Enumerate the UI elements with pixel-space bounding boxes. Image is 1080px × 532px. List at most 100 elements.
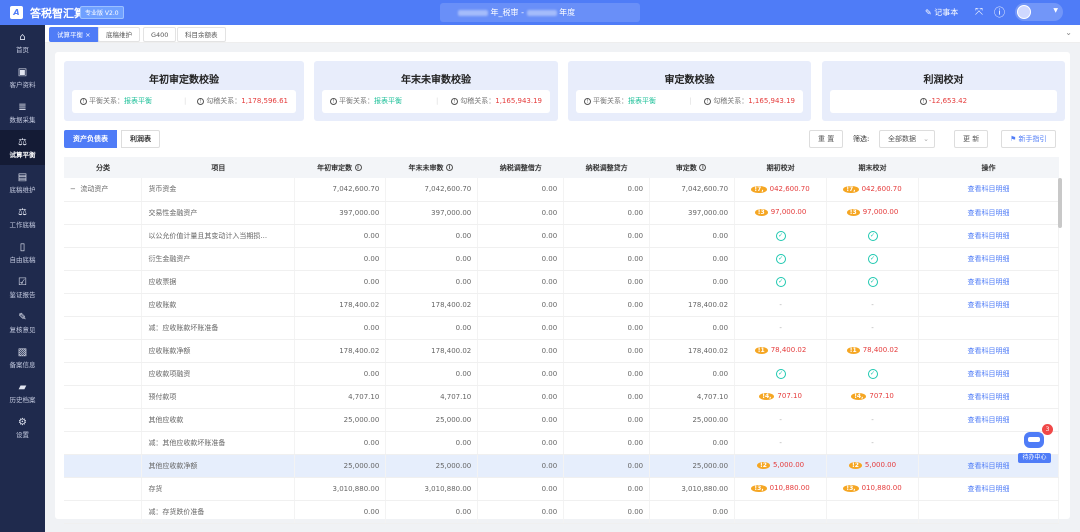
sidebar-item[interactable]: ▤ 底稿维护: [0, 165, 45, 200]
sidebar-item[interactable]: ⌂ 首页: [0, 25, 45, 60]
amount: 0.00: [363, 438, 380, 447]
amount: 25,000.00: [692, 461, 729, 470]
column-header: 年初审定数 i: [294, 157, 386, 178]
tab-account-balance[interactable]: 科目余额表: [177, 27, 226, 42]
view-account-detail-link[interactable]: 查看科目明细: [968, 232, 1010, 240]
table-cell: -: [826, 293, 920, 317]
table-row[interactable]: 预付款项 4,707.10 4,707.10 0.00 0.00 4,707.10 !4,7…: [64, 385, 1059, 409]
sidebar-item[interactable]: ⚖ 试算平衡: [0, 130, 45, 165]
sidebar-item[interactable]: ▣ 客户资料: [0, 60, 45, 95]
table-row[interactable]: 其他应收款净额 25,000.00 25,000.00 0.00 0.00 25,000.…: [64, 454, 1059, 478]
filter-select[interactable]: 全部数据 ⌄: [879, 130, 935, 148]
table-cell: !3,010,880.00: [734, 477, 828, 501]
view-account-detail-link[interactable]: 查看科目明细: [968, 209, 1010, 217]
info-icon: !: [584, 97, 591, 105]
user-menu[interactable]: ▼: [1015, 3, 1063, 21]
tab-balance-sheet[interactable]: 资产负债表: [64, 130, 117, 148]
info-icon[interactable]: i: [699, 164, 707, 171]
table-cell: 397,000.00: [649, 201, 736, 225]
amount: 0.00: [712, 369, 729, 378]
sidebar-item[interactable]: ▧ 备案信息: [0, 340, 45, 375]
sidebar-item[interactable]: ▯ 自由底稿: [0, 235, 45, 270]
view-account-detail-link[interactable]: 查看科目明细: [968, 370, 1010, 378]
sidebar-item-label: 数据采集: [9, 116, 36, 124]
sidebar-item[interactable]: ⚙ 设置: [0, 410, 45, 445]
view-account-detail-link[interactable]: 查看科目明细: [968, 255, 1010, 263]
table-row[interactable]: 应收款项融资 0.00 0.00 0.00 0.00 0.00 ✓ ✓ 查看科目明细: [64, 362, 1059, 386]
column-header-label: 操作: [981, 163, 996, 172]
table-cell: 0.00: [385, 431, 479, 455]
amount: 178,400.02: [688, 346, 729, 355]
table-cell: 查看科目明细: [918, 247, 1059, 271]
view-account-detail-link[interactable]: 查看科目明细: [968, 185, 1010, 193]
table-row[interactable]: − 流动资产 货币资金 7,042,600.70 7,042,600.70 0.00 0.…: [64, 178, 1059, 202]
view-account-detail-link[interactable]: 查看科目明细: [968, 416, 1010, 424]
table-row[interactable]: 应收票据 0.00 0.00 0.00 0.00 0.00 ✓ ✓ 查看科目明细: [64, 270, 1059, 294]
view-account-detail-link[interactable]: 查看科目明细: [968, 301, 1010, 309]
guide-button[interactable]: ⚑ 新手指引: [1001, 130, 1056, 148]
sidebar-item[interactable]: ⚖ 工作底稿: [0, 200, 45, 235]
info-icon[interactable]: i: [445, 164, 453, 171]
table-cell: 25,000.00: [649, 454, 736, 478]
vertical-scrollbar[interactable]: [1058, 178, 1062, 228]
amount: 0.00: [541, 208, 558, 217]
table-cell: !7,042,600.70: [826, 178, 920, 202]
table-row[interactable]: 以公允价值计量且其变动计入当期损... 0.00 0.00 0.00 0.00 0.00 ✓…: [64, 224, 1059, 248]
table-cell: 应收票据: [141, 270, 296, 294]
tab-draft-maintenance[interactable]: 底稿维护: [98, 27, 140, 42]
table-row[interactable]: 存货 3,010,880.00 3,010,880.00 0.00 0.00 3,010,…: [64, 477, 1059, 501]
table-cell: 查看科目明细: [918, 477, 1059, 501]
scale-icon: ⚖: [18, 137, 27, 148]
table-row[interactable]: 交易性金融资产 397,000.00 397,000.00 0.00 0.00 397,0…: [64, 201, 1059, 225]
view-account-detail-link[interactable]: 查看科目明细: [968, 485, 1010, 493]
folder-icon: ▰: [18, 382, 27, 393]
view-account-detail-link[interactable]: 查看科目明细: [968, 278, 1010, 286]
table-cell: [64, 270, 143, 294]
amount: 0.00: [627, 254, 644, 263]
amount: 0.00: [541, 254, 558, 263]
tab-bar: 试算平衡 × 底稿维护 G400 科目余额表 ⌄: [45, 25, 1080, 43]
view-account-detail-link[interactable]: 查看科目明细: [968, 347, 1010, 355]
table-cell: 0.00: [649, 270, 736, 294]
sidebar-item[interactable]: ☑ 鉴证报告: [0, 270, 45, 305]
close-icon[interactable]: ×: [85, 31, 90, 39]
table-cell: [64, 224, 143, 248]
todo-center-button[interactable]: 3 待办中心: [1018, 424, 1053, 464]
amount: 0.00: [541, 323, 558, 332]
table-row[interactable]: 应收账款 178,400.02 178,400.02 0.00 0.00 178,400.…: [64, 293, 1059, 317]
refresh-button[interactable]: 更 新: [954, 130, 989, 148]
item-label: 减：存货跌价准备: [148, 507, 205, 516]
check-circle-icon: ✓: [775, 276, 786, 287]
sidebar-item[interactable]: ▰ 历史档案: [0, 375, 45, 410]
sidebar-item[interactable]: ≣ 数据采集: [0, 95, 45, 130]
table-row[interactable]: 减：其他应收款坏账准备 0.00 0.00 0.00 0.00 0.00 - -: [64, 431, 1059, 455]
scale-icon: ⚖: [18, 207, 27, 218]
profit-diff-value: -12,653.42: [928, 97, 968, 105]
sidebar-item[interactable]: ✎ 复核意见: [0, 305, 45, 340]
amount: 0.00: [712, 277, 729, 286]
table-row[interactable]: 应收账款净额 178,400.02 178,400.02 0.00 0.00 178,40…: [64, 339, 1059, 363]
document-title[interactable]: 年_税审 - 年度: [440, 3, 640, 22]
view-account-detail-link[interactable]: 查看科目明细: [968, 462, 1010, 470]
amount: 0.00: [541, 277, 558, 286]
table-cell: 0.00: [649, 247, 736, 271]
collapse-icon[interactable]: −: [70, 185, 76, 193]
table-row[interactable]: 减：存货跌价准备 0.00 0.00 0.00 0.00 0.00: [64, 500, 1059, 524]
tab-g400[interactable]: G400: [143, 27, 177, 42]
table-row[interactable]: 减：应收账款坏账准备 0.00 0.00 0.00 0.00 0.00 - -: [64, 316, 1059, 340]
help-icon[interactable]: ⓘ: [994, 0, 1005, 25]
notebook-button[interactable]: ✎ 记事本: [925, 0, 958, 25]
view-account-detail-link[interactable]: 查看科目明细: [968, 393, 1010, 401]
table-cell: ✓: [826, 362, 920, 386]
table-cell: 0.00: [477, 385, 565, 409]
chevron-down-icon[interactable]: ⌄: [1065, 28, 1072, 37]
reset-button[interactable]: 重 置: [809, 130, 844, 148]
amount: 0.00: [541, 300, 558, 309]
table-row[interactable]: 其他应收款 25,000.00 25,000.00 0.00 0.00 25,000.00…: [64, 408, 1059, 432]
fullscreen-icon[interactable]: ⤧: [975, 0, 983, 25]
tab-income-statement[interactable]: 利润表: [121, 130, 160, 148]
amount: 0.00: [627, 461, 644, 470]
tab-trial-balance[interactable]: 试算平衡 ×: [49, 27, 99, 42]
table-row[interactable]: 衍生金融资产 0.00 0.00 0.00 0.00 0.00 ✓ ✓ 查看科目明细: [64, 247, 1059, 271]
info-icon[interactable]: i: [354, 164, 362, 171]
